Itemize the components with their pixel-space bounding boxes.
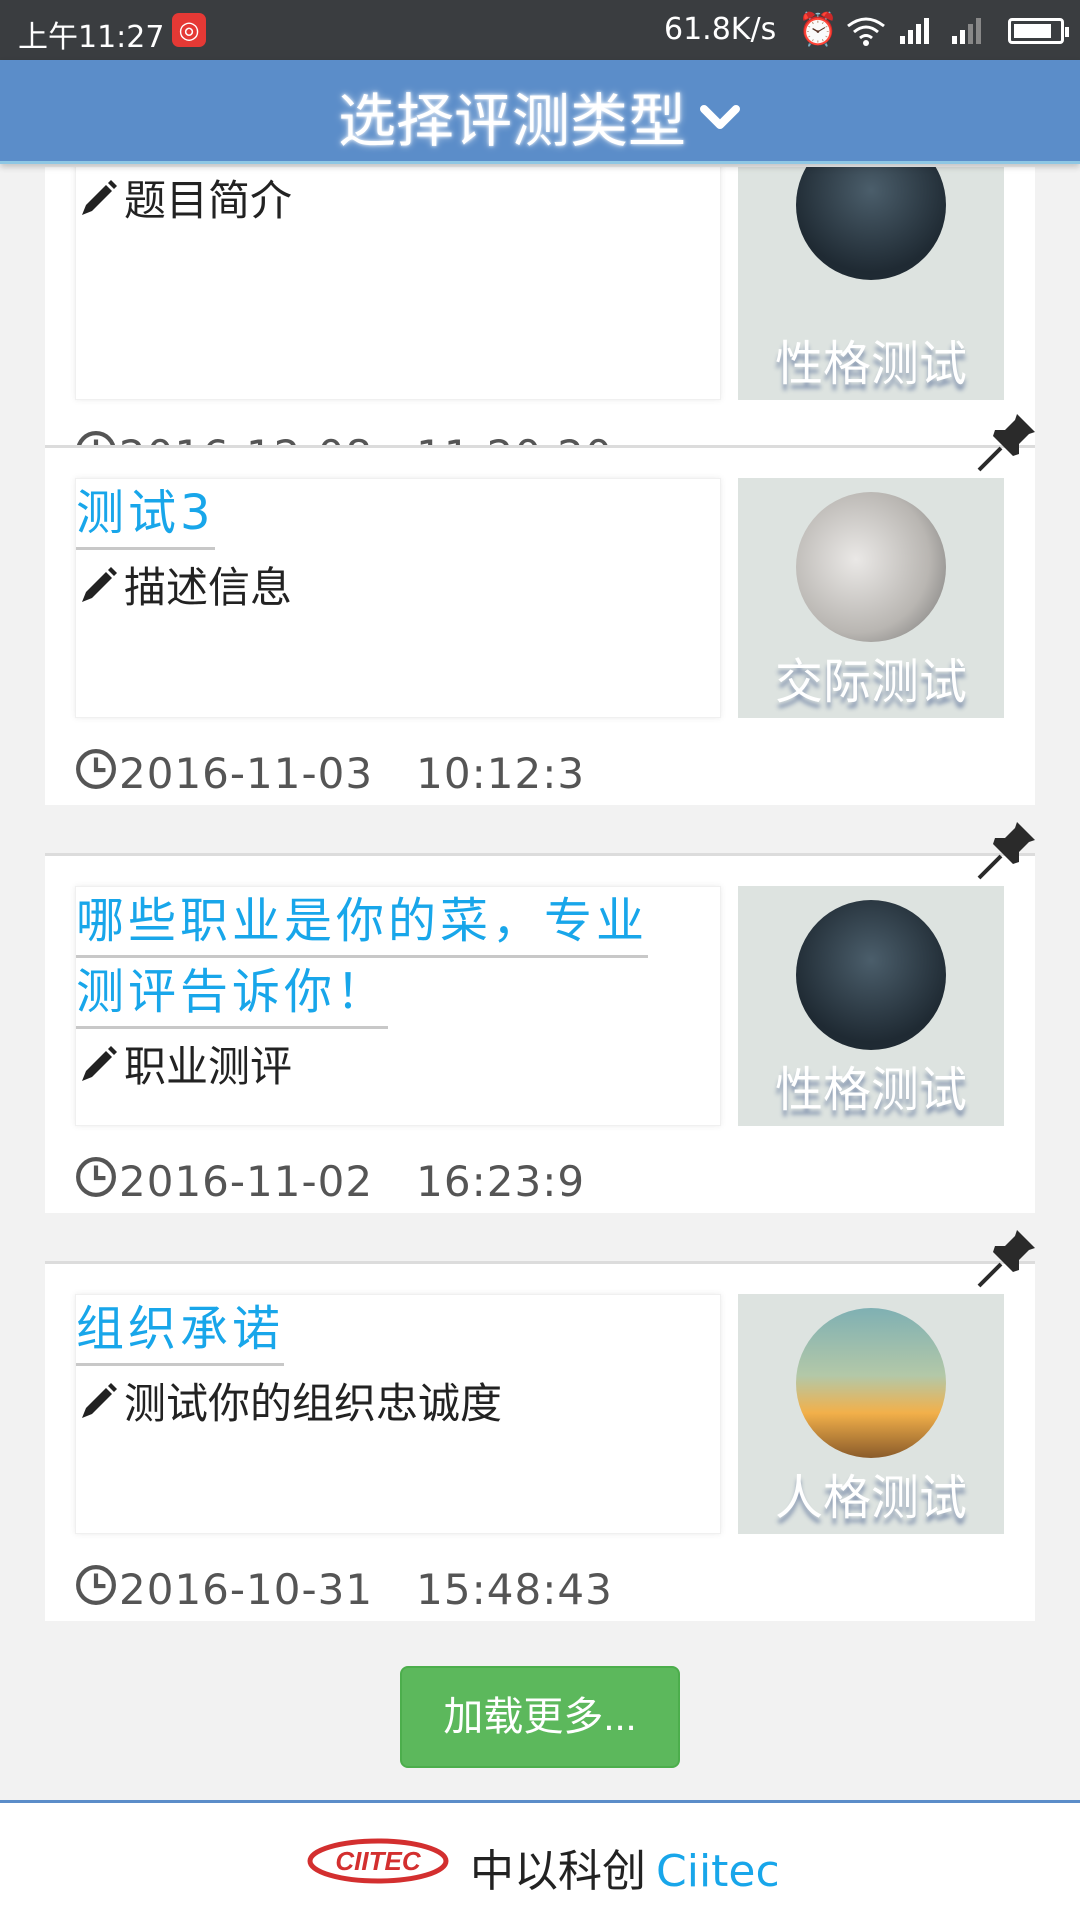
card-text-area[interactable]: 哪些职业是你的菜，专业 测评告诉你！ 职业测评 xyxy=(75,886,721,1126)
network-speed: 61.8K/s xyxy=(664,12,777,47)
type-selector[interactable]: 选择评测类型 xyxy=(0,74,1080,158)
pencil-icon xyxy=(82,1046,117,1081)
card-title[interactable]: 测试3 xyxy=(76,479,720,550)
card-description: 题目简介 xyxy=(76,171,720,231)
test-type-label: 人格测试 xyxy=(774,1470,967,1526)
battery-level xyxy=(1014,24,1051,38)
alarm-icon: ⏰ xyxy=(798,10,838,48)
test-list[interactable]: 题目简介 性格测试 2016-12-08 11:20:20 测试3 描述信息 交… xyxy=(0,167,1080,1800)
pin-icon xyxy=(977,1230,1035,1288)
card-thumbnail[interactable]: 性格测试 xyxy=(738,886,1004,1126)
card-thumbnail[interactable]: 性格测试 xyxy=(738,167,1004,400)
card-description-text: 测试你的组织忠诚度 xyxy=(124,1379,503,1428)
wifi-icon xyxy=(847,17,885,46)
app-header: 选择评测类型 xyxy=(0,60,1080,164)
card-text-area[interactable]: 题目简介 xyxy=(75,167,721,400)
page-title: 选择评测类型 xyxy=(337,87,686,155)
chevron-down-icon xyxy=(700,105,740,129)
signal-icon xyxy=(900,18,929,44)
card-description: 职业测评 xyxy=(76,1037,720,1097)
brand-en: Ciitec xyxy=(656,1846,780,1897)
test-card[interactable]: 组织承诺 测试你的组织忠诚度 人格测试 2016-10-31 15:48:43 xyxy=(45,1230,1035,1621)
thumbnail-image xyxy=(796,900,946,1050)
thumbnail-image xyxy=(796,1308,946,1458)
card-thumbnail[interactable]: 人格测试 xyxy=(738,1294,1004,1534)
status-time: 上午11:27 xyxy=(18,20,165,55)
card-date: 2016-10-31 15:48:43 xyxy=(75,1564,613,1614)
card-description: 描述信息 xyxy=(76,558,720,618)
footer: CIITEC 中以科创 Ciitec xyxy=(0,1800,1080,1920)
svg-text:CIITEC: CIITEC xyxy=(335,1846,421,1876)
card-thumbnail[interactable]: 交际测试 xyxy=(738,478,1004,718)
clock-icon xyxy=(76,1157,116,1197)
test-card[interactable]: 哪些职业是你的菜，专业 测评告诉你！ 职业测评 性格测试 2016-11-02 1… xyxy=(45,822,1035,1213)
card-date: 2016-11-02 16:23:9 xyxy=(75,1156,585,1206)
card-date: 2016-11-03 10:12:3 xyxy=(75,748,585,798)
thumbnail-image xyxy=(796,492,946,642)
card-description-text: 职业测评 xyxy=(124,1042,293,1091)
pin-icon xyxy=(977,414,1035,472)
test-type-label: 交际测试 xyxy=(774,654,967,710)
test-type-label: 性格测试 xyxy=(774,1062,967,1118)
card-description: 测试你的组织忠诚度 xyxy=(76,1374,720,1434)
ciitec-logo: CIITEC xyxy=(307,1838,449,1884)
thumbnail-image xyxy=(796,167,946,280)
status-bar: 上午11:27 ◎ 61.8K/s ⏰ xyxy=(0,0,1080,60)
notification-app-icon: ◎ xyxy=(172,13,206,47)
test-type-label: 性格测试 xyxy=(774,336,967,392)
card-description-text: 描述信息 xyxy=(124,563,293,612)
card-title[interactable]: 组织承诺 xyxy=(76,1295,720,1366)
test-card[interactable]: 题目简介 性格测试 2016-12-08 11:20:20 xyxy=(45,167,1035,487)
card-text-area[interactable]: 组织承诺 测试你的组织忠诚度 xyxy=(75,1294,721,1534)
brand-name: 中以科创 Ciitec xyxy=(470,1835,780,1899)
card-text-area[interactable]: 测试3 描述信息 xyxy=(75,478,721,718)
brand-cn: 中以科创 xyxy=(470,1846,646,1897)
card-title[interactable]: 哪些职业是你的菜，专业 测评告诉你！ xyxy=(76,887,720,1029)
pencil-icon xyxy=(82,1383,117,1418)
card-description-text: 题目简介 xyxy=(124,176,293,225)
pencil-icon xyxy=(82,567,117,602)
clock-icon xyxy=(76,1565,116,1605)
load-more-button[interactable]: 加载更多... xyxy=(400,1666,680,1768)
battery-icon xyxy=(1008,18,1069,44)
pencil-icon xyxy=(82,180,117,215)
signal-icon-secondary xyxy=(952,18,981,44)
pin-icon xyxy=(977,822,1035,880)
clock-icon xyxy=(76,749,116,789)
test-card[interactable]: 测试3 描述信息 交际测试 2016-11-03 10:12:3 xyxy=(45,414,1035,805)
